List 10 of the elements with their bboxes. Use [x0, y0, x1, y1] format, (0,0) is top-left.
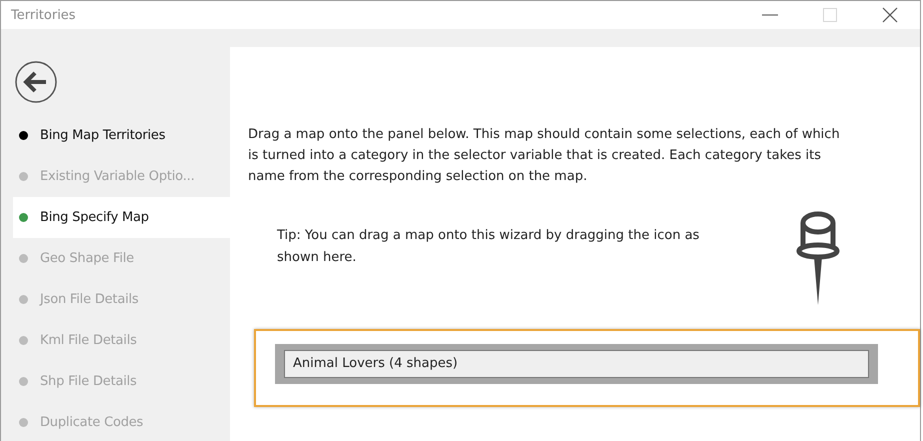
step-item[interactable]: Bing Specify Map — [13, 197, 230, 238]
drop-zone[interactable]: Animal Lovers (4 shapes) — [254, 329, 920, 407]
maximize-icon — [820, 8, 840, 22]
back-button[interactable] — [15, 61, 57, 103]
map-field[interactable]: Animal Lovers (4 shapes) — [284, 350, 869, 378]
step-item[interactable]: Bing Map Territories — [13, 115, 230, 156]
tip-text: Tip: You can drag a map onto this wizard by dragging the icon as shown here. — [277, 227, 700, 267]
description-text: Drag a map onto the panel below. This map should contain some selections, each of which is turned into a category in the selector variable that is created. Each category takes its name from the corresponding selection on the map. — [248, 126, 841, 186]
window-title: Territories — [10, 8, 76, 22]
close-icon — [880, 7, 900, 23]
